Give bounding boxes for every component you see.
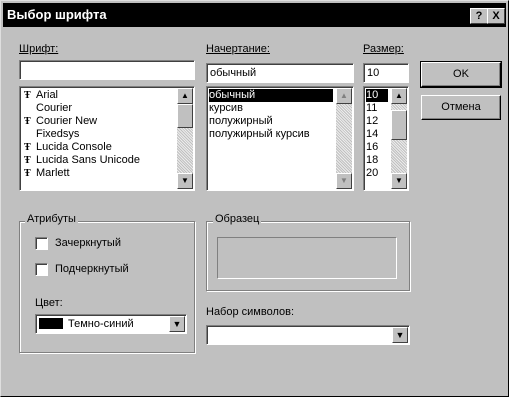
color-swatch <box>39 318 63 329</box>
font-list-item[interactable]: Ŧ Lucida Sans Unicode <box>22 154 172 167</box>
help-button[interactable]: ? <box>470 8 488 24</box>
style-list-item[interactable]: полужирный <box>209 115 329 128</box>
font-list-item-label: Courier <box>36 102 73 114</box>
size-list-item[interactable]: 16 <box>366 141 388 154</box>
scroll-up-icon[interactable]: ▲ <box>177 88 193 104</box>
size-list-item[interactable]: 12 <box>366 115 388 128</box>
underline-checkbox[interactable] <box>35 263 48 276</box>
charset-select[interactable]: ▼ <box>206 325 410 345</box>
dropdown-arrow-icon[interactable]: ▼ <box>169 316 185 332</box>
scroll-up-icon: ▲ <box>336 88 352 104</box>
strikeout-label[interactable]: Зачеркнутый <box>55 237 121 249</box>
size-label: Размер: <box>363 43 404 55</box>
truetype-icon: Ŧ <box>24 142 31 153</box>
font-list-item-label: Courier New <box>36 115 98 127</box>
color-label: Цвет: <box>35 297 63 309</box>
strikeout-checkbox[interactable] <box>35 237 48 250</box>
style-list-item[interactable]: полужирный курсив <box>209 128 329 141</box>
style-list-item[interactable]: курсив <box>209 102 329 115</box>
ok-button[interactable]: OK <box>420 61 502 88</box>
style-input[interactable]: обычный <box>206 63 354 83</box>
size-list[interactable]: 10 11 12 14 16 18 20 ▲ ▼ <box>363 86 409 191</box>
size-list-item[interactable]: 11 <box>366 102 388 115</box>
window-title: Выбор шрифта <box>7 7 107 22</box>
color-value: Темно-синий <box>68 318 134 330</box>
sample-title: Образец <box>213 213 262 225</box>
font-dialog: Выбор шрифта ? X Шрифт: Ŧ Arial Courier Ŧ Co… <box>0 0 509 397</box>
scroll-down-icon[interactable]: ▼ <box>177 173 193 189</box>
font-list[interactable]: Ŧ Arial Courier Ŧ Courier New Fixedsys Ŧ Lucida… <box>19 86 195 191</box>
style-list-scrollbar: ▲ ▼ <box>336 88 352 189</box>
font-list-item[interactable]: Fixedsys <box>22 128 172 141</box>
close-button[interactable]: X <box>487 8 505 24</box>
size-input[interactable]: 10 <box>363 63 409 83</box>
font-list-item[interactable]: Ŧ Courier New <box>22 115 172 128</box>
font-list-item-label: Arial <box>36 89 59 101</box>
font-name-input[interactable] <box>19 60 195 80</box>
size-list-item[interactable]: 10 <box>366 89 388 102</box>
size-list-item[interactable]: 20 <box>366 167 388 180</box>
style-list[interactable]: обычный курсив полужирный полужирный курсив… <box>206 86 354 191</box>
cancel-button[interactable]: Отмена <box>421 95 501 120</box>
font-list-item-label: Lucida Sans Unicode <box>36 154 140 166</box>
style-label: Начертание: <box>206 43 270 55</box>
scroll-down-icon[interactable]: ▼ <box>391 173 407 189</box>
title-bar[interactable]: Выбор шрифта ? X <box>3 3 506 27</box>
size-list-item[interactable]: 14 <box>366 128 388 141</box>
font-list-item[interactable]: Ŧ Arial <box>22 89 172 102</box>
font-list-item[interactable]: Courier <box>22 102 172 115</box>
charset-label: Набор символов: <box>206 306 295 318</box>
style-list-item[interactable]: обычный <box>209 89 333 102</box>
color-select[interactable]: Темно-синий ▼ <box>35 314 187 334</box>
sample-preview <box>217 237 397 279</box>
truetype-icon: Ŧ <box>24 168 31 179</box>
truetype-icon: Ŧ <box>24 90 31 101</box>
font-list-item[interactable]: Ŧ Marlett <box>22 167 172 180</box>
font-list-item-label: Lucida Console <box>36 141 112 153</box>
font-list-item-label: Marlett <box>36 167 70 179</box>
font-list-item[interactable]: Ŧ Lucida Console <box>22 141 172 154</box>
size-list-item[interactable]: 18 <box>366 154 388 167</box>
font-list-item-label: Fixedsys <box>36 128 80 140</box>
attributes-title: Атрибуты <box>25 213 78 225</box>
dropdown-arrow-icon[interactable]: ▼ <box>392 327 408 343</box>
size-list-scrollbar[interactable]: ▲ ▼ <box>391 88 407 189</box>
scroll-thumb[interactable] <box>391 110 407 140</box>
scroll-up-icon[interactable]: ▲ <box>391 88 407 104</box>
font-list-scrollbar[interactable]: ▲ ▼ <box>177 88 193 189</box>
truetype-icon: Ŧ <box>24 116 31 127</box>
scroll-down-icon: ▼ <box>336 173 352 189</box>
font-label: Шрифт: <box>19 43 59 55</box>
underline-label[interactable]: Подчеркнутый <box>55 263 129 275</box>
truetype-icon: Ŧ <box>24 155 31 166</box>
scroll-thumb[interactable] <box>177 104 193 128</box>
